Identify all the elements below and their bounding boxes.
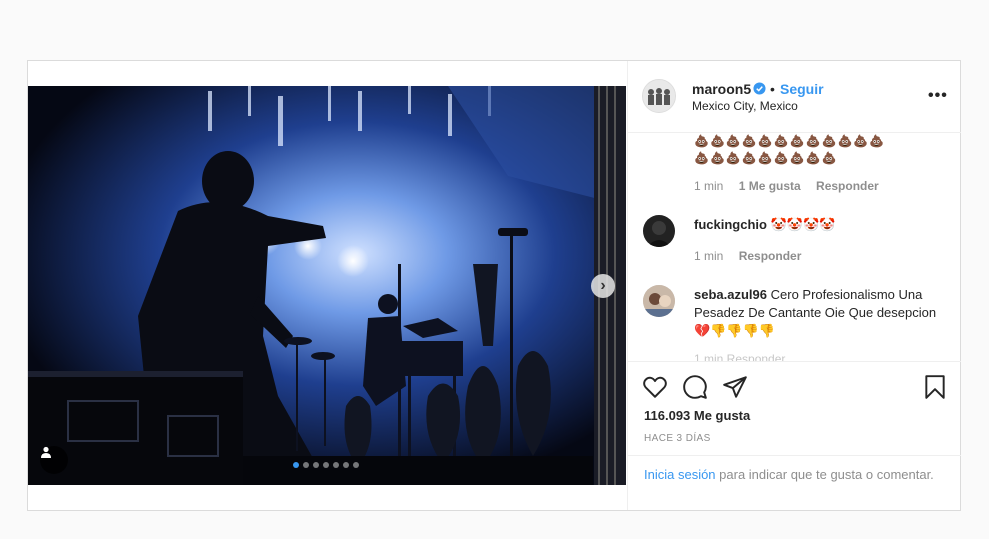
post-sidebar: maroon5 • Seguir Mexico City, Mexico •••… [627,61,961,510]
carousel-dot [303,462,309,468]
comments-list[interactable]: 💩💩💩💩💩💩💩💩💩💩💩💩 💩💩💩💩💩💩💩💩💩 1 min 1 Me gusta … [628,133,961,361]
post-actions: 116.093 Me gusta HACE 3 DÍAS [628,361,961,455]
verified-badge-icon [753,82,766,95]
follow-button[interactable]: Seguir [780,81,824,97]
post-card: › maroon5 • Seguir Mexico City, Mexico •… [27,60,961,511]
tagged-users-button[interactable] [40,446,68,474]
comment-meta: 1 min Responder [694,249,813,263]
next-slide-button[interactable]: › [591,274,615,298]
avatar[interactable] [642,79,676,113]
carousel-dot [293,462,299,468]
comment-username[interactable]: fuckingchio [694,217,767,232]
comment-time: 1 min [694,179,724,193]
carousel-dot [353,462,359,468]
more-options-icon[interactable]: ••• [928,87,948,105]
comment-body: fuckingchio 🤡🤡🤡🤡 [694,216,944,234]
carousel-dot [343,462,349,468]
post-username[interactable]: maroon5 [692,81,751,97]
comment-bubble-icon[interactable] [682,374,708,400]
like-heart-icon[interactable] [642,374,668,400]
comment-time: 1 min [694,249,724,263]
login-link[interactable]: Inicia sesión [644,467,716,482]
post-photo[interactable]: › [28,86,626,485]
save-bookmark-icon[interactable] [922,374,948,400]
comment-likes[interactable]: 1 Me gusta [739,179,801,193]
carousel-dot [323,462,329,468]
band-avatar-image [643,80,675,112]
carousel-dot [313,462,319,468]
post-header: maroon5 • Seguir Mexico City, Mexico ••• [628,61,961,133]
post-location[interactable]: Mexico City, Mexico [692,99,798,113]
chevron-right-icon: › [600,277,606,294]
separator-dot: • [770,81,775,97]
user-avatar-image [643,285,675,317]
comment-emoji-text: 💩💩💩💩💩💩💩💩💩💩💩💩 [694,134,886,148]
reply-button[interactable]: Responder [739,249,802,263]
share-send-icon[interactable] [722,374,748,400]
reply-button[interactable]: Responder [816,179,879,193]
login-prompt-text: para indicar que te gusta o comentar. [715,467,934,482]
user-icon [41,446,51,458]
avatar[interactable] [643,215,675,247]
comment-meta-faded: 1 min Responder [694,352,786,361]
avatar[interactable] [643,285,675,317]
user-avatar-image [643,215,675,247]
like-count[interactable]: 116.093 Me gusta [644,408,750,423]
concert-photo [28,86,626,485]
carousel-dots [293,462,359,468]
post-timestamp[interactable]: HACE 3 DÍAS [644,433,711,444]
comment-text: 🤡🤡🤡🤡 [770,217,836,232]
comment-meta: 1 min 1 Me gusta Responder [694,179,891,193]
login-prompt: Inicia sesión para indicar que te gusta … [628,455,961,510]
carousel-dot [333,462,339,468]
comment-body: seba.azul96 Cero Profesionalismo Una Pes… [694,286,944,340]
comment-emoji-text: 💩💩💩💩💩💩💩💩💩 [694,151,838,165]
comment-username[interactable]: seba.azul96 [694,287,767,302]
